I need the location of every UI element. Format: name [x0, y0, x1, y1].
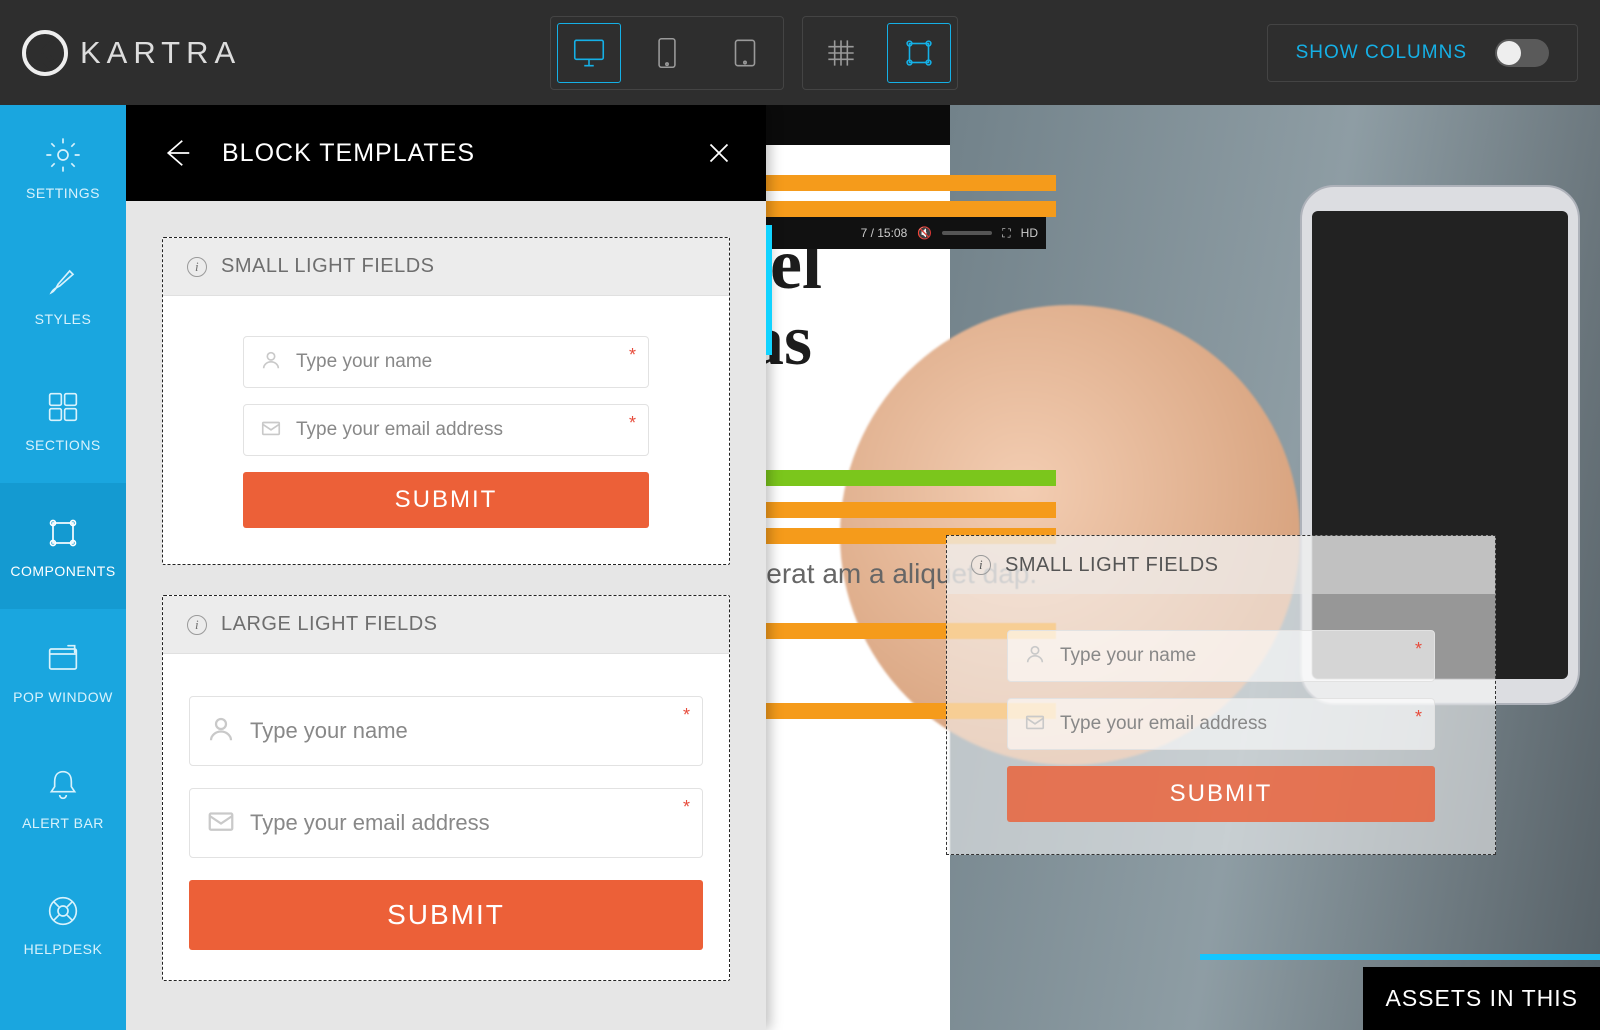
device-preview-group [550, 16, 784, 90]
bell-icon [43, 765, 83, 805]
rail-item-alertbar[interactable]: ALERT BAR [0, 735, 126, 861]
brand: K KARTRA [22, 30, 241, 76]
tablet-landscape-icon [726, 34, 764, 72]
email-field: Type your email address * [1007, 698, 1435, 750]
popup-icon [43, 639, 83, 679]
rail-item-popwindow[interactable]: POP WINDOW [0, 609, 126, 735]
brush-icon [43, 261, 83, 301]
video-time: 7 / 15:08 [861, 226, 908, 240]
rail-label: COMPONENTS [10, 563, 115, 579]
required-indicator: * [629, 413, 636, 434]
required-indicator: * [1415, 707, 1422, 728]
selection-line [1200, 954, 1600, 960]
left-rail: SETTINGS STYLES SECTIONS COMPONENTS POP … [0, 105, 126, 1030]
required-indicator: * [683, 797, 690, 818]
placeholder-text: Type your name [250, 718, 408, 744]
tablet-portrait-icon [648, 34, 686, 72]
sections-icon [43, 387, 83, 427]
required-indicator: * [1415, 639, 1422, 660]
grid-toggle-button[interactable] [809, 23, 873, 83]
topbar: K KARTRA SHOW COLUMNS [0, 0, 1600, 105]
template-header: i SMALL LIGHT FIELDS [163, 238, 729, 296]
mail-icon [206, 806, 236, 841]
desktop-icon [570, 34, 608, 72]
template-title: SMALL LIGHT FIELDS [221, 255, 435, 278]
placeholder-text: Type your email address [1060, 713, 1267, 735]
rail-label: STYLES [35, 311, 92, 327]
template-small-light-fields[interactable]: i SMALL LIGHT FIELDS Type your name * Ty… [162, 237, 730, 565]
required-indicator: * [629, 345, 636, 366]
block-templates-panel: BLOCK TEMPLATES i SMALL LIGHT FIELDS Ty [126, 105, 766, 1030]
grid-icon [822, 34, 860, 72]
volume-slider [942, 231, 992, 235]
lifebuoy-icon [43, 891, 83, 931]
mail-icon [1024, 711, 1046, 738]
brand-name: KARTRA [80, 35, 241, 71]
placeholder-text: Type your name [296, 351, 432, 373]
rail-label: SECTIONS [25, 437, 101, 453]
rail-item-sections[interactable]: SECTIONS [0, 357, 126, 483]
required-indicator: * [683, 705, 690, 726]
canvas-tools-group [802, 16, 958, 90]
close-button[interactable] [702, 136, 736, 170]
template-title: LARGE LIGHT FIELDS [221, 613, 437, 636]
bounds-toggle-button[interactable] [887, 23, 951, 83]
show-columns-label: SHOW COLUMNS [1296, 42, 1467, 64]
rail-item-styles[interactable]: STYLES [0, 231, 126, 357]
drop-insert-indicator [766, 225, 772, 355]
close-icon [702, 136, 736, 170]
toggle-switch-icon [1495, 39, 1549, 67]
info-icon[interactable]: i [187, 257, 207, 277]
device-tablet-landscape-button[interactable] [713, 23, 777, 83]
email-field[interactable]: Type your email address * [243, 404, 649, 456]
arrow-left-icon [156, 132, 198, 174]
name-field[interactable]: Type your name * [189, 696, 703, 766]
rail-label: POP WINDOW [13, 689, 113, 705]
toolbar-center [550, 16, 958, 90]
user-icon [1024, 643, 1046, 670]
rail-item-settings[interactable]: SETTINGS [0, 105, 126, 231]
brand-logo-icon: K [22, 30, 68, 76]
bounding-box-icon [900, 34, 938, 72]
rail-item-components[interactable]: COMPONENTS [0, 483, 126, 609]
rail-label: HELPDESK [24, 941, 103, 957]
placeholder-text: Type your email address [296, 419, 503, 441]
volume-icon: 🔇 [917, 226, 932, 240]
panel-body[interactable]: i SMALL LIGHT FIELDS Type your name * Ty… [126, 201, 766, 1030]
rail-label: SETTINGS [26, 185, 100, 201]
gear-icon [43, 135, 83, 175]
assets-drawer-tab[interactable]: ASSETS IN THIS [1363, 967, 1600, 1030]
info-icon[interactable]: i [187, 615, 207, 635]
panel-title: BLOCK TEMPLATES [222, 139, 475, 168]
mail-icon [260, 417, 282, 444]
video-controls-peek: 7 / 15:08 🔇 ⛶ HD [766, 217, 1046, 249]
hd-badge: HD [1021, 226, 1038, 240]
template-title: SMALL LIGHT FIELDS [1005, 554, 1219, 577]
template-header: i LARGE LIGHT FIELDS [163, 596, 729, 654]
placeholder-text: Type your name [1060, 645, 1196, 667]
rail-item-helpdesk[interactable]: HELPDESK [0, 861, 126, 987]
user-icon [260, 349, 282, 376]
template-large-light-fields[interactable]: i LARGE LIGHT FIELDS Type your name * Ty… [162, 595, 730, 981]
device-tablet-portrait-button[interactable] [635, 23, 699, 83]
back-button[interactable] [156, 132, 198, 174]
user-icon [206, 714, 236, 749]
template-header: i SMALL LIGHT FIELDS [947, 536, 1495, 594]
fullscreen-icon: ⛶ [1002, 226, 1010, 241]
drag-ghost-template[interactable]: i SMALL LIGHT FIELDS Type your name * Ty… [946, 535, 1496, 855]
email-field[interactable]: Type your email address * [189, 788, 703, 858]
name-field: Type your name * [1007, 630, 1435, 682]
panel-header: BLOCK TEMPLATES [126, 105, 766, 201]
info-icon: i [971, 555, 991, 575]
show-columns-toggle[interactable]: SHOW COLUMNS [1267, 24, 1578, 82]
device-desktop-button[interactable] [557, 23, 621, 83]
name-field[interactable]: Type your name * [243, 336, 649, 388]
placeholder-text: Type your email address [250, 810, 490, 836]
rail-label: ALERT BAR [22, 815, 104, 831]
submit-button: SUBMIT [1007, 766, 1435, 822]
components-icon [43, 513, 83, 553]
editor-canvas-area: n vel enas m. on placerat am a aliquet d… [126, 105, 1600, 1030]
submit-button[interactable]: SUBMIT [243, 472, 649, 528]
submit-button[interactable]: SUBMIT [189, 880, 703, 950]
